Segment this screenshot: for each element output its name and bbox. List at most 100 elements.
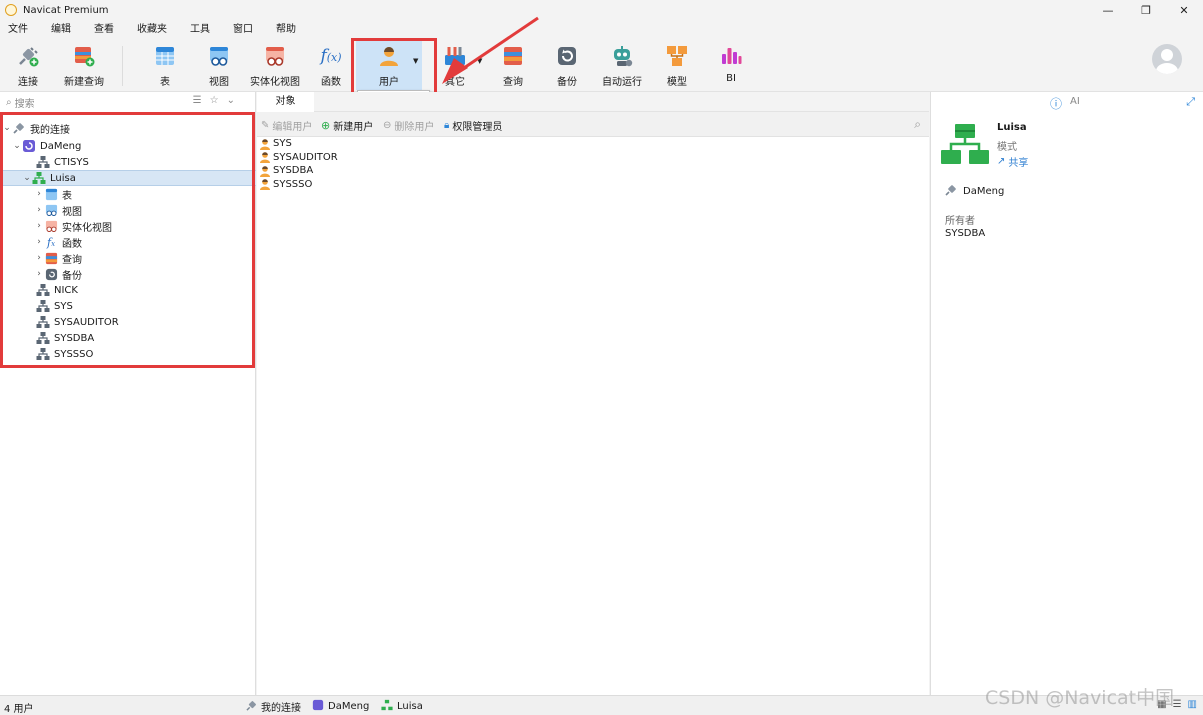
dameng-connection-icon	[22, 139, 36, 153]
user-label: 用户	[379, 77, 399, 88]
menu-tools[interactable]: 工具	[184, 20, 216, 40]
table-icon	[153, 44, 177, 68]
tree-item-schema[interactable]: CTISYS	[0, 154, 256, 170]
list-item[interactable]: SYSSSO	[257, 178, 338, 192]
maximize-button[interactable]: ❐	[1127, 0, 1165, 20]
privilege-manager-button[interactable]: 🔒︎ 权限管理员	[444, 118, 502, 133]
ai-tab[interactable]: AI	[1070, 96, 1080, 107]
watermark: CSDN @Navicat中国	[985, 687, 1175, 709]
tree-item-luisa[interactable]: ⌄ Luisa	[0, 170, 256, 186]
tree-item-functions[interactable]: › fx 函数	[0, 234, 256, 250]
edit-user-button[interactable]: ✎ 编辑用户	[261, 118, 312, 133]
tree-item-schema[interactable]: SYSSSO	[0, 346, 256, 362]
collapse-icon[interactable]: ⌄	[227, 95, 235, 106]
chevron-right-icon[interactable]: ›	[34, 205, 44, 215]
new-user-button[interactable]: ⊕ 新建用户	[321, 118, 373, 133]
chevron-right-icon[interactable]: ›	[34, 237, 44, 247]
tree-label: 备份	[62, 270, 82, 282]
search-icon[interactable]: ⌕	[914, 117, 921, 132]
object-count: 4 用户	[4, 704, 34, 715]
menu-file[interactable]: 文件	[2, 20, 34, 40]
search-input[interactable]: 搜索	[15, 95, 35, 110]
list-item[interactable]: SYS	[257, 137, 338, 151]
close-button[interactable]: ✕	[1165, 0, 1203, 20]
tree-item-schema[interactable]: SYSAUDITOR	[0, 314, 256, 330]
detail-view-icon[interactable]: ▥	[1188, 699, 1197, 710]
tab-objects[interactable]: 对象	[257, 92, 314, 112]
tree-item-schema[interactable]: SYSDBA	[0, 330, 256, 346]
table-button[interactable]: 表	[150, 44, 180, 90]
chevron-right-icon[interactable]: ›	[34, 253, 44, 263]
menu-window[interactable]: 窗口	[227, 20, 259, 40]
user-icon	[259, 165, 271, 177]
menu-view[interactable]: 查看	[88, 20, 120, 40]
tree-label: 查询	[62, 254, 82, 266]
tree-label: Luisa	[50, 172, 76, 184]
function-icon: fx	[46, 235, 56, 249]
share-link[interactable]: ↗ 共享	[997, 154, 1028, 169]
tree-item-queries[interactable]: › 查询	[0, 250, 256, 266]
delete-user-button[interactable]: ⊖ 删除用户	[383, 118, 434, 133]
status-crumb-dameng: DaMeng	[312, 699, 369, 714]
share-icon: ↗	[997, 156, 1006, 167]
tree-item-views[interactable]: › 视图	[0, 202, 256, 218]
tree-label: SYSDBA	[54, 332, 95, 344]
tree-item-schema[interactable]: SYS	[0, 298, 256, 314]
bi-button[interactable]: BI	[716, 44, 746, 90]
view-icon	[207, 44, 231, 68]
tree-item-schema[interactable]: NICK	[0, 282, 256, 298]
tree-label: CTISYS	[54, 156, 89, 168]
bi-icon	[719, 44, 743, 68]
tree-label: 我的连接	[30, 124, 70, 136]
model-button[interactable]: 模型	[662, 44, 692, 90]
chevron-right-icon[interactable]: ›	[34, 189, 44, 199]
expand-icon[interactable]: ⤢	[1186, 95, 1195, 109]
tree-item-my-connections[interactable]: ⌄ 我的连接	[0, 118, 256, 138]
robot-icon	[610, 44, 634, 68]
star-icon[interactable]: ☆	[210, 95, 219, 106]
info-icon[interactable]: ⓘ	[1050, 95, 1062, 112]
automation-label: 自动运行	[602, 77, 642, 88]
object-name: Luisa	[997, 122, 1027, 133]
chevron-right-icon[interactable]: ›	[34, 269, 44, 279]
function-button[interactable]: f(x) 函数	[316, 44, 346, 90]
menu-bar: 文件 编辑 查看 收藏夹 工具 窗口 帮助	[0, 20, 1203, 40]
edit-user-label: 编辑用户	[272, 122, 313, 133]
user-avatar[interactable]	[1152, 44, 1182, 74]
chevron-right-icon[interactable]: ›	[34, 221, 44, 231]
menu-help[interactable]: 帮助	[270, 20, 302, 40]
privilege-manager-label: 权限管理员	[452, 122, 503, 133]
connect-button[interactable]: 连接	[10, 44, 46, 90]
list-item[interactable]: SYSDBA	[257, 164, 338, 178]
backup-button[interactable]: 备份	[552, 44, 582, 90]
user-list: SYS SYSAUDITOR SYSDBA SYSSSO	[257, 137, 338, 191]
view-button[interactable]: 视图	[204, 44, 234, 90]
tree-item-tables[interactable]: › 表	[0, 186, 256, 202]
user-button[interactable]: 用户	[356, 40, 422, 90]
automation-button[interactable]: 自动运行	[600, 44, 644, 90]
tree-label: SYS	[54, 300, 73, 312]
materialized-view-button[interactable]: 实体化视图	[248, 44, 302, 90]
minimize-button[interactable]: —	[1089, 0, 1127, 20]
list-item[interactable]: SYSAUDITOR	[257, 151, 338, 165]
menu-favorites[interactable]: 收藏夹	[131, 20, 173, 40]
chevron-down-icon[interactable]: ⌄	[22, 173, 32, 183]
menu-edit[interactable]: 编辑	[45, 20, 77, 40]
chevron-down-icon[interactable]: ⌄	[12, 141, 22, 151]
user-dropdown-arrow-icon[interactable]: ▼	[413, 57, 418, 65]
tree-label: 函数	[62, 238, 82, 250]
schema-icon	[36, 283, 50, 297]
schema-icon	[36, 299, 50, 313]
tree-item-backups[interactable]: › 备份	[0, 266, 256, 282]
owner-label: 所有者	[945, 216, 975, 227]
user-icon	[377, 44, 401, 68]
tree-item-dameng[interactable]: ⌄ DaMeng	[0, 138, 256, 154]
user-name: SYSDBA	[273, 165, 314, 177]
schema-large-icon	[941, 124, 989, 169]
new-query-button[interactable]: 新建查询	[62, 44, 106, 90]
chevron-down-icon[interactable]: ⌄	[2, 123, 12, 133]
backup-icon	[555, 44, 579, 68]
connections-plug-icon	[12, 121, 26, 135]
filter-icon[interactable]: ☰	[193, 95, 202, 106]
tree-item-materialized-views[interactable]: › 实体化视图	[0, 218, 256, 234]
